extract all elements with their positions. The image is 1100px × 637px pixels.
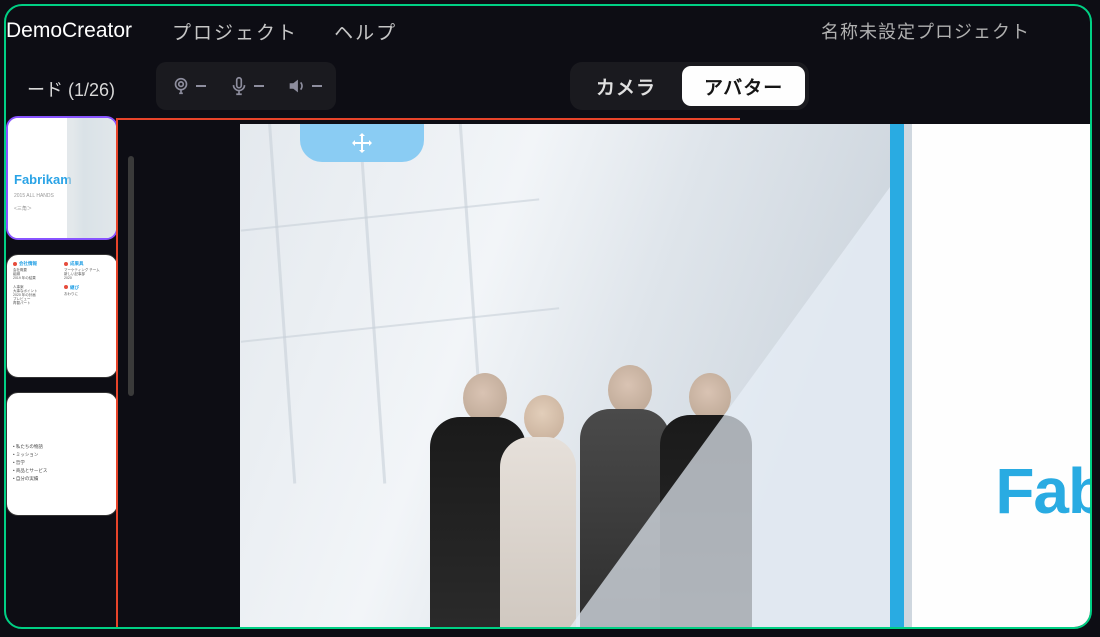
toolbar: カメラ アバター bbox=[156, 62, 1090, 110]
slides-panel: ード (1/26) Fabrikam 2015 ALL HANDS <三角＞ bbox=[6, 56, 136, 627]
app-title: DemoCreator bbox=[6, 19, 132, 43]
slide-thumbnail-2[interactable]: 会社情報 会社概要 組織 2019 年の結果 人事案 大事なポイント 2020 … bbox=[6, 254, 118, 378]
tab-camera[interactable]: カメラ bbox=[574, 66, 678, 106]
move-handle[interactable] bbox=[300, 124, 424, 162]
slide-canvas[interactable]: Fabr bbox=[240, 124, 1090, 627]
camera-avatar-tabs: カメラ アバター bbox=[570, 62, 809, 110]
menu-project[interactable]: プロジェクト bbox=[172, 18, 298, 45]
project-name-label: 名称未設定プロジェクト bbox=[821, 18, 1030, 44]
webcam-icon[interactable] bbox=[170, 75, 206, 97]
menu-help[interactable]: ヘルプ bbox=[334, 18, 397, 45]
canvas-brand-text: Fabr bbox=[995, 454, 1090, 528]
slide-thumbnail-3[interactable]: • 私たちの物語 • ミッション • 哲学 • 商品とサービス • 自分の実績 bbox=[6, 392, 118, 516]
canvas-accent-bar bbox=[890, 124, 904, 627]
slides-scrollbar[interactable] bbox=[128, 156, 134, 416]
microphone-icon[interactable] bbox=[228, 75, 264, 97]
canvas-triangle-shape bbox=[570, 187, 890, 627]
top-menu-bar: DemoCreator プロジェクト ヘルプ 名称未設定プロジェクト bbox=[6, 6, 1090, 56]
slide-thumbnail-1[interactable]: Fabrikam 2015 ALL HANDS <三角＞ bbox=[6, 116, 118, 240]
speaker-icon[interactable] bbox=[286, 75, 322, 97]
media-tools-group bbox=[156, 62, 336, 110]
center-panel: カメラ アバター bbox=[136, 56, 1090, 627]
tab-avatar[interactable]: アバター bbox=[682, 66, 805, 106]
slides-counter: ード (1/26) bbox=[6, 62, 136, 116]
